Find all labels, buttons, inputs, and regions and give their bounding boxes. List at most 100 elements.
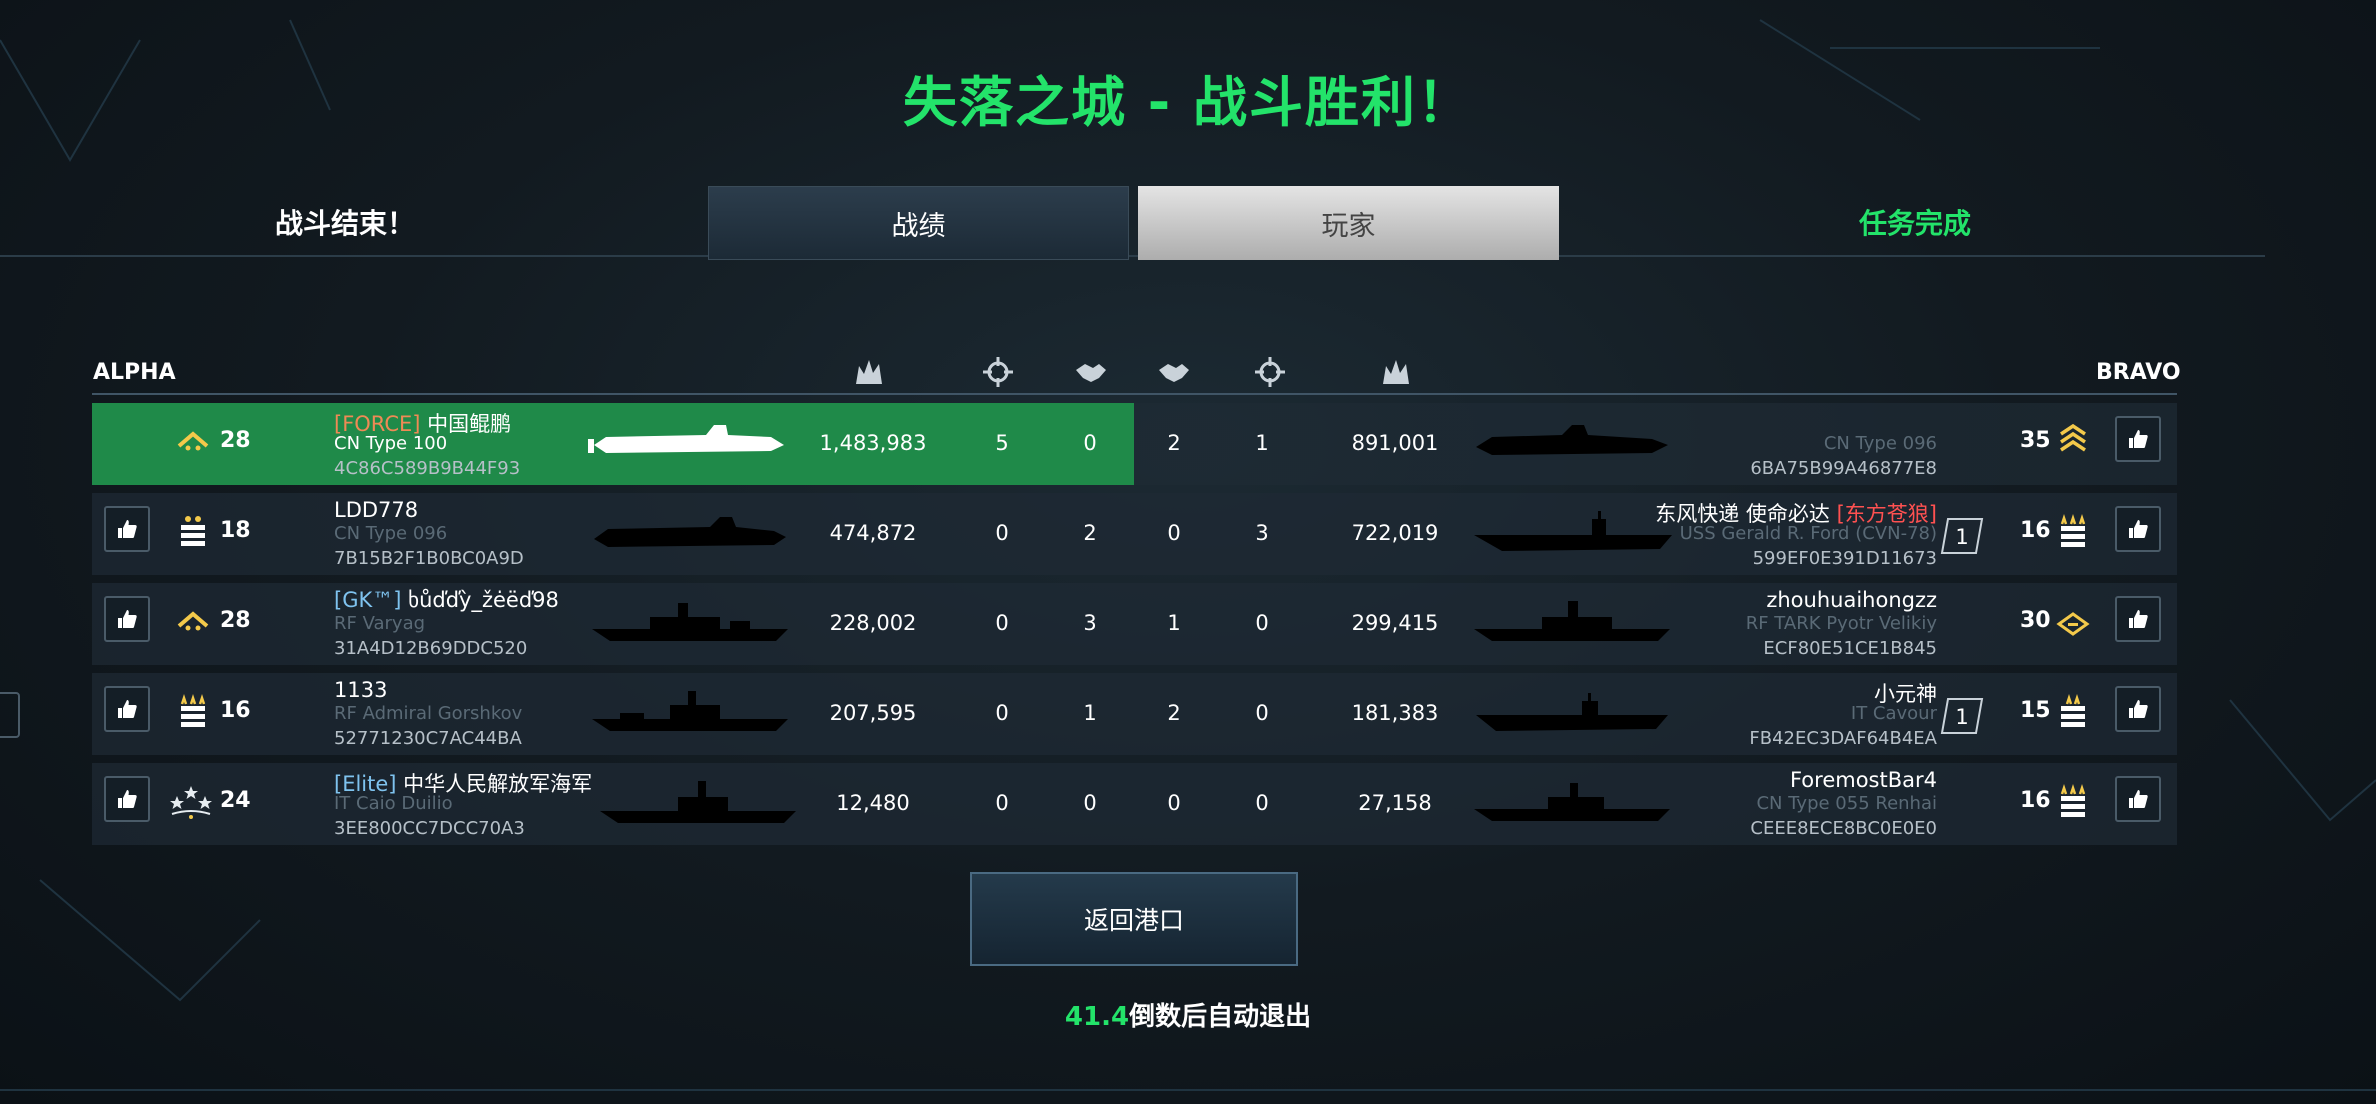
- bravo-rank: 16: [2020, 518, 2051, 543]
- bravo-kills: 0: [1255, 791, 1269, 815]
- assist-icon: [1076, 364, 1106, 382]
- like-button[interactable]: [2115, 596, 2161, 642]
- player-name: LDD778: [334, 498, 419, 522]
- target-icon: [983, 357, 1013, 387]
- like-button[interactable]: [2115, 686, 2161, 732]
- like-button[interactable]: [2115, 506, 2161, 552]
- cruiser-icon: [592, 603, 788, 641]
- alpha-assists: 2: [1083, 521, 1097, 545]
- tab-players[interactable]: 玩家: [1138, 186, 1559, 260]
- rank-chevron-icon: [177, 611, 209, 631]
- alpha-rank: 18: [220, 518, 251, 543]
- bravo-assists: 1: [1167, 611, 1181, 635]
- aircraft-carrier-icon: [1476, 693, 1668, 731]
- like-button[interactable]: [2115, 776, 2161, 822]
- bravo-player-id: 6BA75B99A46877E8: [1750, 458, 1937, 479]
- bravo-damage: 722,019: [1351, 521, 1439, 545]
- bravo-kills: 0: [1255, 611, 1269, 635]
- rank-bars-icon: [2060, 514, 2086, 547]
- target-icon: [1255, 357, 1285, 387]
- squad-badge-icon: 1: [1940, 698, 1984, 734]
- alpha-player-name[interactable]: 1133: [334, 678, 387, 702]
- bravo-ship-name: RF TARK Pyotr Velikiy: [1745, 613, 1937, 634]
- alpha-assists: 0: [1083, 431, 1097, 455]
- mission-complete-label: 任务完成: [1858, 207, 1971, 240]
- table-row: 24 [Elite] 中华人民解放军海军 IT Caio Duilio 3EE8…: [92, 763, 2177, 845]
- alpha-kills: 0: [995, 791, 1009, 815]
- team-alpha-label: ALPHA: [93, 360, 176, 385]
- thumbs-up-icon: [2129, 790, 2148, 808]
- alpha-rank: 28: [220, 608, 251, 633]
- alpha-kills: 0: [995, 521, 1009, 545]
- bravo-kills: 3: [1255, 521, 1269, 545]
- frigate-icon: [592, 691, 788, 731]
- bravo-kills: 0: [1255, 701, 1269, 725]
- bravo-ship-name: CN Type 096: [1823, 433, 1937, 454]
- alpha-player-id: 7B15B2F1B0BC0A9D: [334, 548, 524, 569]
- player-name: ForemostBar4: [1789, 768, 1937, 792]
- side-panel-handle[interactable]: [0, 692, 20, 738]
- thumbs-up-icon: [2129, 610, 2148, 628]
- submarine-icon: [588, 425, 784, 453]
- return-to-port-button[interactable]: 返回港口: [970, 872, 1298, 966]
- header-divider: [0, 255, 2265, 257]
- rank-stars-icon: [170, 786, 212, 819]
- like-button[interactable]: [2115, 416, 2161, 462]
- alpha-damage: 1,483,983: [819, 431, 927, 455]
- thumbs-up-icon: [118, 700, 137, 718]
- bravo-ship-name: CN Type 055 Renhai: [1756, 793, 1937, 814]
- countdown-text: 倒数后自动退出: [1129, 1002, 1312, 1032]
- bravo-rank: 35: [2020, 428, 2051, 453]
- alpha-damage: 207,595: [829, 701, 917, 725]
- alpha-ship-name: RF Admiral Gorshkov: [334, 703, 523, 724]
- alpha-ship-name: CN Type 100: [334, 433, 448, 454]
- rank-chevron-icon: [177, 431, 209, 451]
- clan-tag: [GK™]: [334, 588, 402, 612]
- alpha-ship-name: IT Caio Duilio: [334, 793, 453, 814]
- alpha-damage: 228,002: [829, 611, 917, 635]
- player-name: zhouhuaihongzz: [1766, 588, 1937, 612]
- like-button[interactable]: [104, 506, 150, 552]
- damage-icon: [1383, 360, 1409, 384]
- squad-badge-icon: 1: [1940, 518, 1984, 554]
- like-button[interactable]: [104, 776, 150, 822]
- bravo-player-name[interactable]: ForemostBar4: [1790, 768, 1937, 792]
- auto-exit-countdown: 41.4倒数后自动退出: [0, 996, 2376, 1033]
- bravo-ship-name: IT Cavour: [1850, 703, 1937, 724]
- table-row: 16 1133 RF Admiral Gorshkov 52771230C7AC…: [92, 673, 2177, 755]
- destroyer-icon: [1474, 783, 1670, 821]
- alpha-player-id: 4C86C589B9B44F93: [334, 458, 521, 479]
- thumbs-up-icon: [2129, 700, 2148, 718]
- bravo-rank: 30: [2020, 608, 2051, 633]
- tab-stats[interactable]: 战绩: [708, 186, 1129, 260]
- rank-chevron-icon: [2060, 424, 2086, 452]
- submarine-icon: [1476, 425, 1668, 455]
- alpha-damage: 474,872: [829, 521, 917, 545]
- destroyer-icon: [600, 781, 796, 823]
- bravo-player-id: ECF80E51CE1B845: [1763, 638, 1937, 659]
- player-name: ხůďďỳ_žėëď98: [401, 588, 559, 612]
- bravo-player-name[interactable]: zhouhuaihongzz: [1766, 588, 1937, 612]
- like-button[interactable]: [104, 686, 150, 732]
- table-header-divider: [92, 393, 2177, 395]
- alpha-ship-name: CN Type 096: [334, 523, 448, 544]
- thumbs-up-icon: [2129, 430, 2148, 448]
- alpha-kills: 0: [995, 611, 1009, 635]
- alpha-damage: 12,480: [836, 791, 910, 815]
- rank-bars-icon: [181, 516, 205, 546]
- bravo-damage: 181,383: [1351, 701, 1439, 725]
- alpha-assists: 1: [1083, 701, 1097, 725]
- thumbs-up-icon: [118, 790, 137, 808]
- alpha-player-name[interactable]: [GK™] ხůďďỳ_žėëď98: [334, 588, 559, 612]
- bravo-player-id: FB42EC3DAF64B4EA: [1749, 728, 1937, 749]
- like-button[interactable]: [104, 596, 150, 642]
- bravo-kills: 1: [1255, 431, 1269, 455]
- alpha-player-name[interactable]: LDD778: [334, 498, 418, 522]
- thumbs-up-icon: [2129, 520, 2148, 538]
- alpha-assists: 0: [1083, 791, 1097, 815]
- page-title: 失落之城 - 战斗胜利！: [902, 71, 1473, 134]
- battle-end-label: 战斗结束！: [274, 207, 415, 240]
- alpha-kills: 5: [995, 431, 1009, 455]
- thumbs-up-icon: [118, 520, 137, 538]
- aircraft-carrier-icon: [1474, 511, 1672, 551]
